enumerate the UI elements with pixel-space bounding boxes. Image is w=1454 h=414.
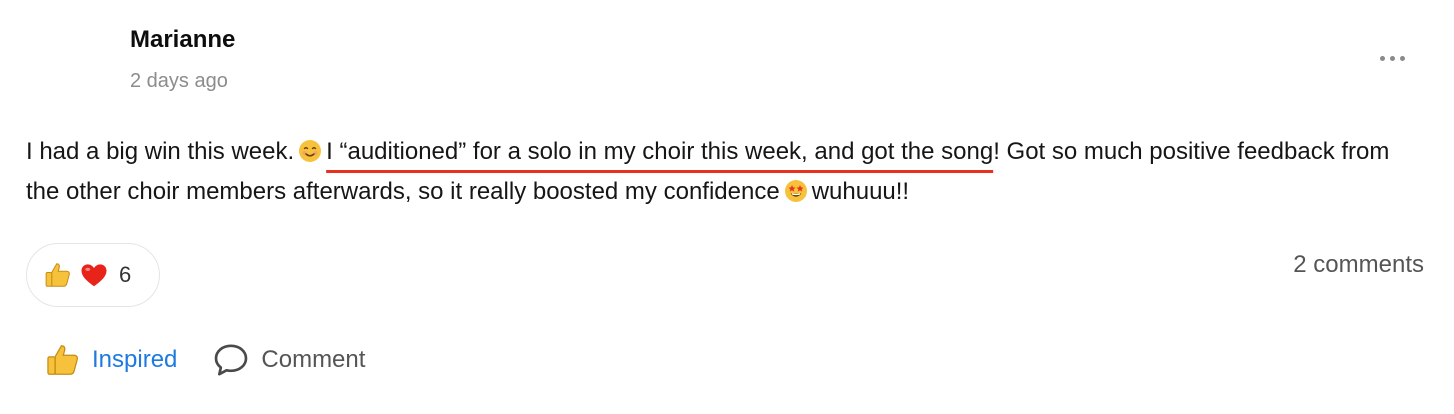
post-text-intro: I had a big win this week. (26, 138, 295, 165)
post-actions: Inspired Comment (44, 340, 365, 380)
speech-bubble-icon (215, 344, 248, 376)
smiling-face-icon (299, 140, 322, 162)
post-text-highlighted: I “auditioned” for a solo in my choir th… (326, 138, 994, 165)
more-options-button[interactable] (1374, 48, 1410, 68)
post-body: I had a big win this week. I “auditioned… (26, 132, 1426, 212)
post-author[interactable]: Marianne (130, 26, 235, 54)
reactions-summary[interactable]: 6 (26, 243, 160, 307)
more-options-icon-dot (1399, 55, 1405, 61)
star-struck-face-icon (784, 180, 807, 202)
comment-label: Comment (261, 346, 366, 373)
more-options-icon-dot (1379, 55, 1385, 61)
more-options-icon-dot (1389, 55, 1395, 61)
inspired-button[interactable]: Inspired (44, 341, 177, 379)
comments-count-link[interactable]: 2 comments (1293, 251, 1424, 279)
thumbs-up-icon (45, 263, 70, 287)
inspired-label: Inspired (92, 346, 178, 373)
reaction-count: 6 (119, 262, 132, 287)
post-timestamp: 2 days ago (130, 70, 228, 92)
comment-button[interactable]: Comment (211, 340, 365, 380)
post-text-end: wuhuuu!! (811, 178, 910, 205)
red-heart-icon (81, 264, 107, 287)
thumbs-up-icon (47, 345, 79, 375)
